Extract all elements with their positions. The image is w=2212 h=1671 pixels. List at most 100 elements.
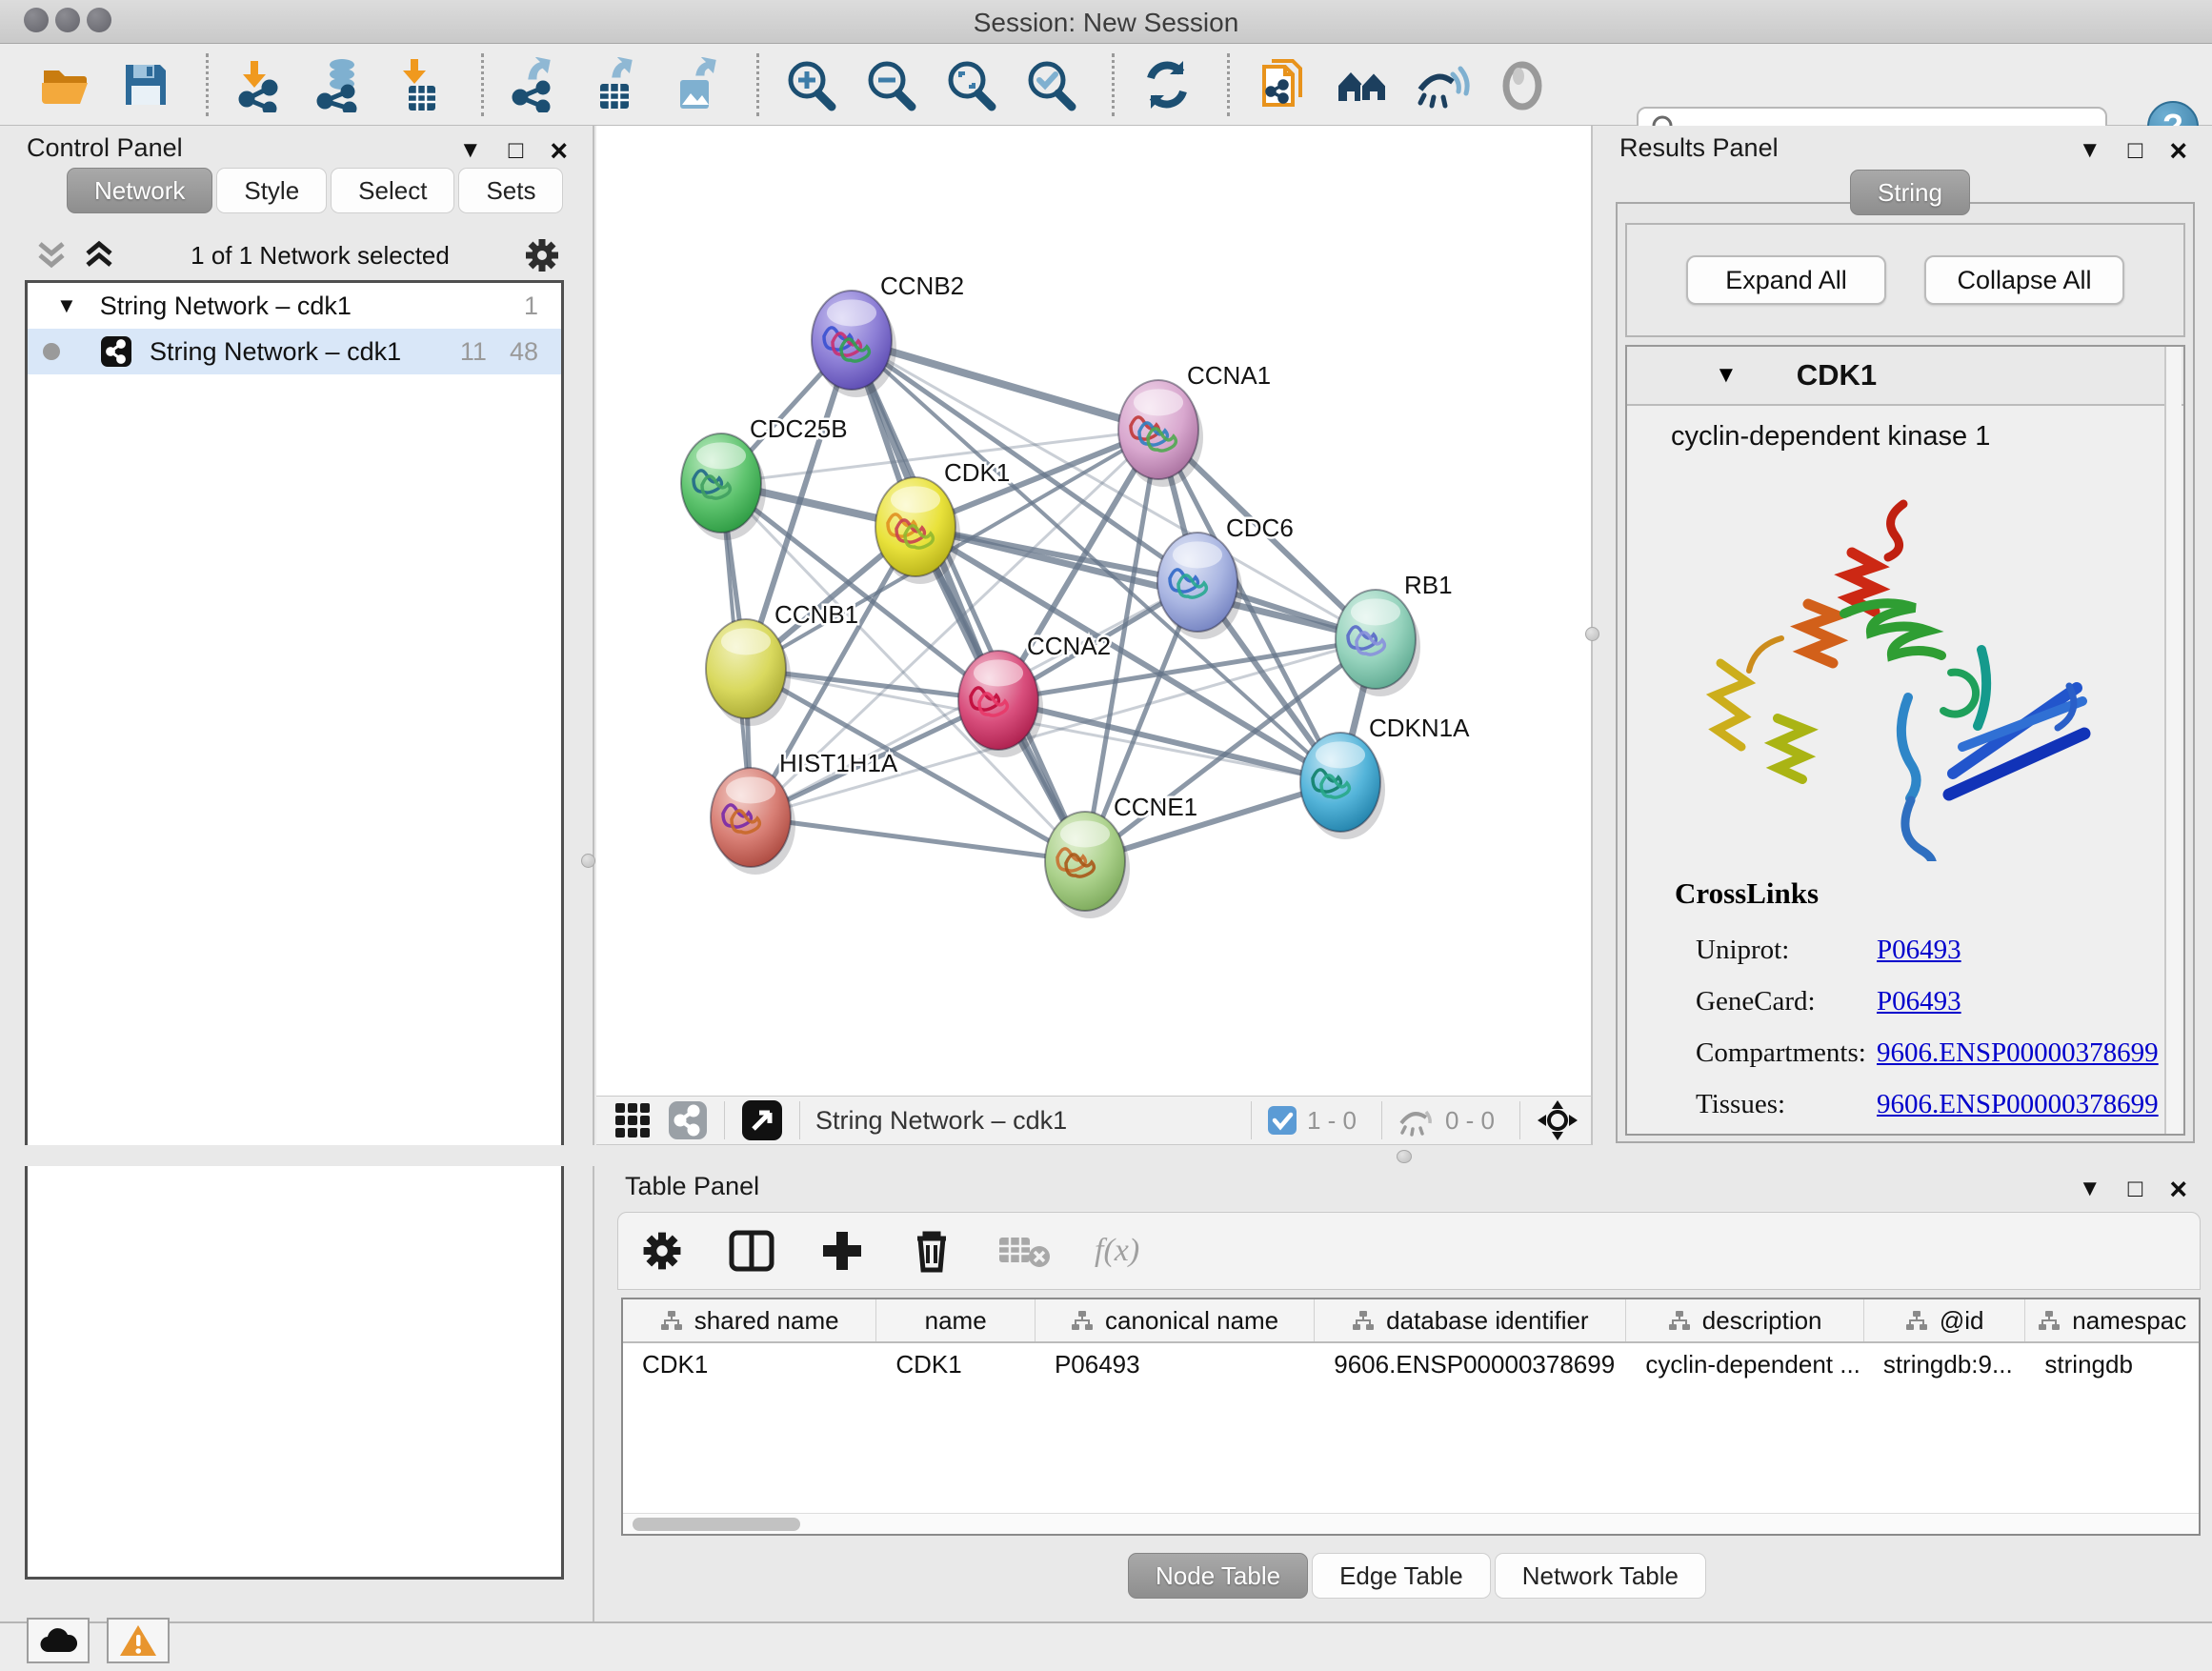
expand-all-icon[interactable]	[80, 238, 118, 272]
crosslink-link[interactable]: 9606.ENSP00000378699	[1877, 1089, 2159, 1120]
network-node-RB1[interactable]: RB1	[1336, 571, 1453, 696]
table-horizontal-scrollbar[interactable]	[623, 1513, 2199, 1534]
hide-glass-eye-icon[interactable]	[1415, 57, 1470, 112]
table-cell[interactable]: CDK1	[623, 1343, 876, 1385]
right-splitter-handle[interactable]	[1585, 627, 1599, 641]
table-cell[interactable]: stringdb:9...	[1864, 1343, 2026, 1385]
column-header-database-identifier[interactable]: database identifier	[1315, 1299, 1626, 1341]
tab-string[interactable]: String	[1850, 170, 1970, 215]
panel-float-icon[interactable]: □	[2128, 135, 2143, 165]
export-table-icon[interactable]	[589, 57, 644, 112]
birdseye-icon[interactable]	[740, 1098, 784, 1142]
collapse-all-button[interactable]: Collapse All	[1924, 255, 2124, 305]
table-panel-title: Table Panel	[625, 1172, 759, 1201]
network-node-CCNB2[interactable]: CCNB2	[812, 272, 964, 397]
export-network-icon[interactable]	[509, 57, 564, 112]
toolbar-separator	[756, 53, 759, 116]
gear-icon[interactable]	[522, 235, 562, 275]
crosslink-link[interactable]: 9606.ENSP00000378699	[1877, 1037, 2159, 1069]
zoom-selected-icon[interactable]	[1024, 57, 1079, 112]
hidden-eye-icon[interactable]	[1398, 1104, 1436, 1137]
column-header-namespac[interactable]: namespac	[2025, 1299, 2199, 1341]
panel-menu-icon[interactable]: ▼	[459, 137, 482, 164]
warnings-button[interactable]	[107, 1618, 170, 1663]
crosslink-label: GeneCard:	[1696, 986, 1877, 1017]
delete-column-icon[interactable]	[908, 1227, 955, 1275]
selected-checkbox-icon[interactable]	[1267, 1105, 1297, 1136]
horizontal-splitter[interactable]	[0, 1145, 2212, 1166]
tree-expand-icon[interactable]: ▼	[56, 293, 77, 318]
crosslink-link[interactable]: P06493	[1877, 986, 1961, 1017]
column-header--id[interactable]: @id	[1864, 1299, 2026, 1341]
scrollbar-thumb[interactable]	[633, 1518, 800, 1531]
table-cell[interactable]: stringdb	[2025, 1343, 2199, 1385]
node-label: CCNB1	[774, 600, 858, 629]
panel-close-icon[interactable]: ×	[2169, 141, 2187, 160]
network-node-CDC25B[interactable]: CDC25B	[681, 414, 848, 540]
network-node-CCNE1[interactable]: CCNE1	[1045, 793, 1197, 918]
cloud-button[interactable]	[27, 1618, 90, 1663]
houses-icon[interactable]	[1335, 57, 1390, 112]
table-row[interactable]: CDK1CDK1P064939606.ENSP00000378699cyclin…	[623, 1343, 2199, 1385]
tab-sets[interactable]: Sets	[458, 168, 563, 213]
import-network-database-icon[interactable]	[313, 57, 369, 112]
column-header-shared-name[interactable]: shared name	[623, 1299, 876, 1341]
expand-all-button[interactable]: Expand All	[1686, 255, 1886, 305]
panel-float-icon[interactable]: □	[509, 135, 524, 165]
share-view-icon[interactable]	[667, 1099, 709, 1141]
refresh-icon[interactable]	[1139, 57, 1195, 112]
crosslink-link[interactable]: P06493	[1877, 935, 1961, 966]
show-columns-icon[interactable]	[727, 1226, 776, 1276]
column-header-description[interactable]: description	[1626, 1299, 1863, 1341]
column-header-canonical-name[interactable]: canonical name	[1036, 1299, 1315, 1341]
warning-icon	[118, 1623, 158, 1658]
table-cell[interactable]: cyclin-dependent ...	[1626, 1343, 1863, 1385]
table-cell[interactable]: P06493	[1036, 1343, 1315, 1385]
left-splitter-handle[interactable]	[581, 854, 595, 868]
collapse-all-icon[interactable]	[32, 238, 70, 272]
export-image-icon[interactable]	[669, 57, 724, 112]
import-table-icon[interactable]	[393, 57, 449, 112]
zoom-out-icon[interactable]	[864, 57, 919, 112]
network-row[interactable]: String Network – cdk1 11 48	[28, 329, 561, 374]
tab-style[interactable]: Style	[216, 168, 327, 213]
main-toolbar: ?	[0, 44, 2212, 126]
string-import-icon[interactable]	[1255, 57, 1310, 112]
tab-network-table[interactable]: Network Table	[1495, 1553, 1706, 1599]
control-panel: Control Panel ▼ □ × NetworkStyleSelectSe…	[0, 126, 594, 1621]
tab-edge-table[interactable]: Edge Table	[1312, 1553, 1491, 1599]
network-node-HIST1H1A[interactable]: HIST1H1A	[711, 749, 898, 875]
zoom-in-icon[interactable]	[784, 57, 839, 112]
table-cell[interactable]: 9606.ENSP00000378699	[1315, 1343, 1626, 1385]
fit-selected-crosshair-icon[interactable]	[1536, 1098, 1579, 1142]
panel-close-icon[interactable]: ×	[550, 141, 568, 160]
network-collection-row[interactable]: ▼ String Network – cdk1 1	[28, 283, 561, 329]
network-edge[interactable]	[852, 340, 1158, 430]
panel-menu-icon[interactable]: ▼	[2079, 1176, 2101, 1202]
panel-menu-icon[interactable]: ▼	[2079, 137, 2101, 164]
bottom-splitter-handle[interactable]	[1397, 1150, 1412, 1163]
cytoscape-window: Session: New Session	[0, 0, 2212, 1671]
panel-close-icon[interactable]: ×	[2169, 1179, 2187, 1198]
tab-select[interactable]: Select	[331, 168, 454, 213]
show-glass-eye-icon[interactable]	[1495, 57, 1550, 112]
add-column-icon[interactable]	[818, 1227, 866, 1275]
results-scrollbar[interactable]	[2164, 347, 2182, 1134]
zoom-fit-icon[interactable]	[944, 57, 999, 112]
network-node-CDKN1A[interactable]: CDKN1A	[1300, 714, 1470, 839]
panel-float-icon[interactable]: □	[2128, 1174, 2143, 1203]
import-network-file-icon[interactable]	[233, 57, 289, 112]
grid-view-icon[interactable]	[612, 1099, 654, 1141]
network-edge[interactable]	[751, 817, 1085, 861]
network-node-CDC6[interactable]: CDC6	[1157, 513, 1294, 639]
network-edge[interactable]	[852, 340, 1085, 861]
save-session-icon[interactable]	[118, 57, 173, 112]
tab-node-table[interactable]: Node Table	[1128, 1553, 1308, 1599]
column-header-name[interactable]: name	[876, 1299, 1036, 1341]
collapse-section-icon[interactable]: ▼	[1715, 362, 1738, 389]
open-session-icon[interactable]	[38, 57, 93, 112]
table-settings-gear-icon[interactable]	[639, 1228, 685, 1274]
network-canvas[interactable]: CCNB2CCNA1CDC25BCDK1CDC6RB1CCNB1CCNA2CDK…	[596, 126, 1593, 1096]
tab-network[interactable]: Network	[67, 168, 212, 213]
table-cell[interactable]: CDK1	[876, 1343, 1036, 1385]
